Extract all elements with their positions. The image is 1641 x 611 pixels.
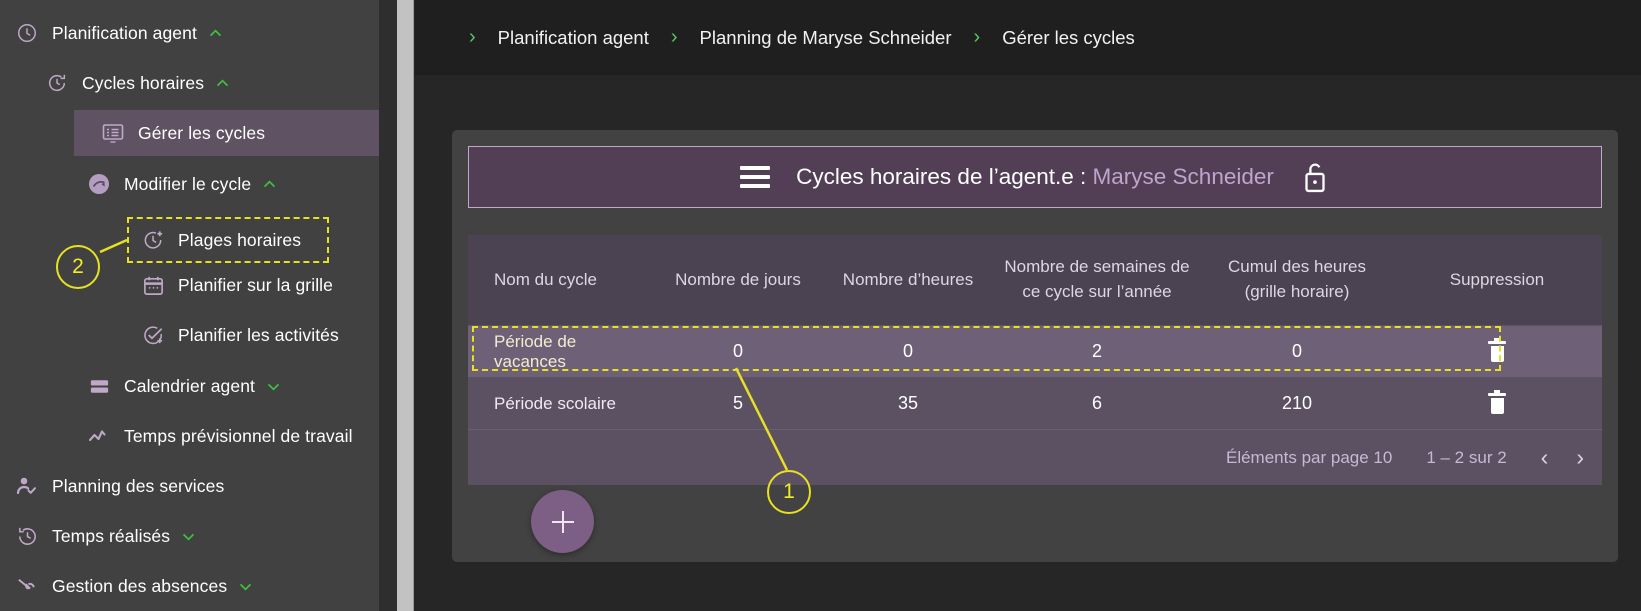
app-root: Planification agent Cycles horaires Gére…	[0, 0, 1641, 611]
cell-nombre-de-semaines: 2	[1091, 341, 1102, 361]
cell-cumul-des-heures: 210	[1281, 393, 1313, 413]
breadcrumb-item-3[interactable]: Gérer les cycles	[1002, 27, 1135, 49]
breadcrumb-separator-icon: ›	[469, 26, 476, 48]
items-per-page-label[interactable]: Éléments par page 10	[1226, 448, 1392, 468]
sidebar: Planification agent Cycles horaires Gére…	[0, 0, 379, 611]
sidebar-item-label: Planifier les activités	[178, 324, 339, 345]
page-title: Cycles horaires de l’agent.e : Maryse Sc…	[796, 164, 1274, 190]
cell-nombre-de-jours: 0	[732, 341, 743, 361]
chevron-down-icon[interactable]	[180, 528, 197, 545]
table-row[interactable]: Période de vacances 0 0 2 0	[468, 325, 1602, 377]
column-header-suppression: Suppression	[1449, 269, 1545, 289]
cell-cumul-des-heures: 0	[1291, 341, 1302, 361]
chevron-up-icon[interactable]	[261, 176, 278, 193]
sidebar-item-planifier-sur-la-grille[interactable]: Planifier sur la grille	[140, 262, 333, 308]
cell-nombre-de-jours: 5	[732, 393, 743, 413]
column-header-nombre-d-heures: Nombre d’heures	[842, 269, 974, 289]
breadcrumb-separator-icon: ›	[670, 26, 678, 48]
sidebar-item-plages-horaires[interactable]: Plages horaires	[140, 217, 301, 263]
chevron-down-icon[interactable]	[265, 378, 282, 395]
column-header-cumul-des-heures: Cumul des heures (grille horaire)	[1228, 257, 1366, 301]
sidebar-item-gestion-des-absences[interactable]: Gestion des absences	[14, 563, 254, 609]
pagination-arrows: ‹ ›	[1541, 446, 1584, 469]
breadcrumb-item-2[interactable]: Planning de Maryse Schneider	[700, 27, 952, 49]
sidebar-item-temps-realises[interactable]: Temps réalisés	[14, 513, 197, 559]
cell-suppression	[1392, 378, 1602, 429]
absence-icon	[14, 573, 40, 599]
sidebar-item-temps-previsionnel[interactable]: Temps prévisionnel de travail	[86, 413, 353, 459]
sidebar-item-label: Planification agent	[52, 22, 197, 43]
cell-nombre-de-semaines: 6	[1091, 393, 1102, 413]
clock-history-icon	[14, 523, 40, 549]
sidebar-item-label: Planning des services	[52, 475, 225, 496]
chevron-up-icon[interactable]	[214, 75, 231, 92]
plus-icon	[551, 510, 575, 534]
clock-plus-icon	[140, 227, 166, 253]
sidebar-item-label: Modifier le cycle	[124, 173, 252, 194]
next-page-icon[interactable]: ›	[1576, 446, 1584, 469]
column-header-nombre-de-jours: Nombre de jours	[675, 269, 801, 289]
sidebar-item-label: Temps réalisés	[52, 525, 171, 546]
pagination-range: 1 – 2 sur 2	[1426, 447, 1507, 467]
page-title-agent-name: Maryse Schneider	[1092, 164, 1274, 189]
clock-icon	[14, 20, 40, 46]
sidebar-scrollbar-thumb[interactable]	[397, 0, 414, 611]
add-cycle-button[interactable]	[531, 490, 594, 553]
sidebar-item-gerer-les-cycles[interactable]: Gérer les cycles	[74, 110, 379, 156]
sidebar-scrollbar-track[interactable]	[379, 0, 398, 611]
unlock-icon[interactable]	[1300, 160, 1330, 194]
main-content: › Planification agent › Planning de Mary…	[415, 0, 1641, 611]
cycles-card: Cycles horaires de l’agent.e : Maryse Sc…	[452, 130, 1618, 562]
sidebar-item-cycles-horaires[interactable]: Cycles horaires	[44, 60, 231, 106]
user-check-icon	[14, 473, 40, 499]
rows-icon	[86, 373, 112, 399]
sidebar-item-label: Planifier sur la grille	[178, 274, 333, 295]
breadcrumb: › Planification agent › Planning de Mary…	[415, 0, 1641, 75]
sidebar-item-planifier-les-activites[interactable]: Planifier les activités	[140, 312, 339, 358]
table-header-row: Nom du cycle Nombre de jours Nombre d’he…	[468, 235, 1602, 325]
trend-line-icon	[86, 423, 112, 449]
previous-page-icon[interactable]: ‹	[1541, 446, 1549, 469]
hamburger-menu-icon[interactable]	[740, 166, 771, 188]
cell-suppression	[1392, 326, 1602, 377]
calendar-icon	[140, 272, 166, 298]
chevron-down-icon[interactable]	[237, 578, 254, 595]
sidebar-item-label: Cycles horaires	[82, 72, 205, 93]
sidebar-item-label: Plages horaires	[178, 229, 302, 250]
sidebar-item-label: Gérer les cycles	[138, 122, 266, 143]
breadcrumb-item-1[interactable]: Planification agent	[498, 27, 649, 49]
sidebar-item-modifier-le-cycle[interactable]: Modifier le cycle	[86, 161, 278, 207]
chevron-up-icon[interactable]	[207, 25, 224, 42]
cell-nombre-d-heures: 0	[902, 341, 913, 361]
column-header-nombre-de-semaines: Nombre de semaines de ce cycle sur l’ann…	[1004, 257, 1190, 301]
sidebar-item-planning-des-services[interactable]: Planning des services	[14, 463, 224, 509]
list-panel-icon	[100, 120, 126, 146]
sidebar-item-label: Calendrier agent	[124, 375, 255, 396]
cell-nom-du-cycle: Période de vacances	[494, 331, 577, 371]
page-title-text: Cycles horaires de l’agent.e :	[796, 164, 1093, 189]
edit-circle-icon	[86, 171, 112, 197]
check-circle-plus-icon	[140, 322, 166, 348]
cell-nom-du-cycle: Période scolaire	[494, 393, 616, 413]
cycles-table: Nom du cycle Nombre de jours Nombre d’he…	[468, 235, 1602, 485]
table-pagination: Éléments par page 10 1 – 2 sur 2 ‹ ›	[468, 429, 1602, 485]
trash-icon[interactable]	[1488, 338, 1506, 363]
sidebar-item-label: Temps prévisionnel de travail	[124, 425, 353, 446]
breadcrumb-separator-icon: ›	[973, 26, 981, 48]
card-header: Cycles horaires de l’agent.e : Maryse Sc…	[468, 146, 1602, 208]
sidebar-item-label: Gestion des absences	[52, 575, 228, 596]
sidebar-item-planification-agent[interactable]: Planification agent	[14, 10, 224, 56]
trash-icon[interactable]	[1488, 390, 1506, 415]
sidebar-item-calendrier-agent[interactable]: Calendrier agent	[86, 363, 282, 409]
clock-refresh-icon	[44, 70, 70, 96]
table-row[interactable]: Période scolaire 5 35 6 210	[468, 377, 1602, 429]
cell-nombre-d-heures: 35	[897, 393, 919, 413]
column-header-nom-du-cycle: Nom du cycle	[494, 269, 597, 289]
